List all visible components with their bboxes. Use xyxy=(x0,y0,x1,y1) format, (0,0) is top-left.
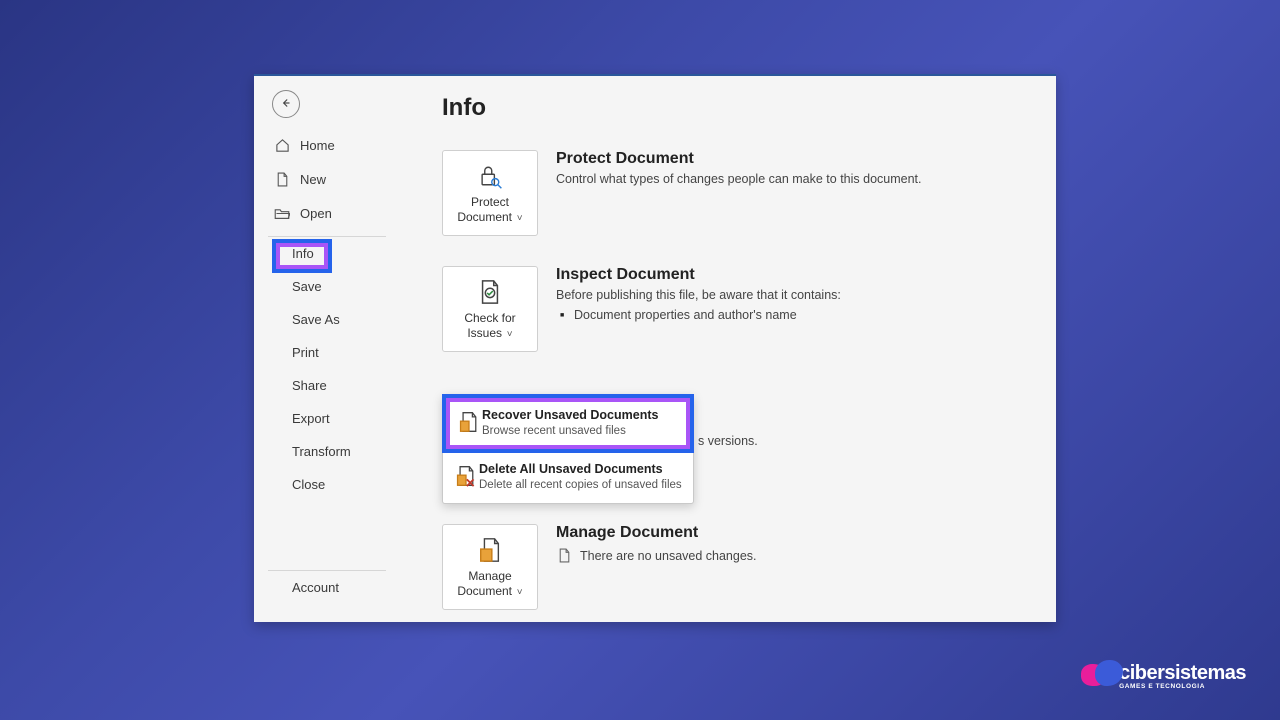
card-label: Protect Document xyxy=(457,195,512,224)
document-small-icon xyxy=(556,548,572,563)
section-title: Protect Document xyxy=(556,150,922,168)
sidebar-item-saveas[interactable]: Save As xyxy=(254,303,418,336)
arrow-left-icon xyxy=(279,96,293,113)
section-title: Inspect Document xyxy=(556,266,841,284)
app-window: Home New Open Info Save Save As Print xyxy=(254,74,1056,622)
sidebar-item-label: Export xyxy=(292,411,330,426)
menu-item-recover-unsaved[interactable]: Recover Unsaved Documents Browse recent … xyxy=(442,394,694,453)
sidebar-item-label: Print xyxy=(292,345,319,360)
manage-document-menu: Recover Unsaved Documents Browse recent … xyxy=(442,394,694,504)
menu-subtitle: Delete all recent copies of unsaved file… xyxy=(479,478,682,493)
section-text: Manage Document There are no unsaved cha… xyxy=(556,524,757,610)
document-icon xyxy=(274,171,290,187)
sidebar-item-label: Open xyxy=(300,206,332,221)
brand-tagline: GAMES E TECNOLOGIA xyxy=(1119,683,1246,690)
sidebar-item-label: Account xyxy=(292,580,339,595)
sidebar-item-label: Info xyxy=(292,246,314,261)
sidebar-item-export[interactable]: Export xyxy=(254,402,418,435)
sidebar-item-info[interactable]: Info xyxy=(254,237,418,270)
document-delete-icon xyxy=(453,462,479,493)
back-button[interactable] xyxy=(272,90,300,118)
sidebar-item-transform[interactable]: Transform xyxy=(254,435,418,468)
sidebar-item-label: Close xyxy=(292,477,325,492)
sidebar-item-close[interactable]: Close xyxy=(254,468,418,501)
menu-item-delete-unsaved[interactable]: Delete All Unsaved Documents Delete all … xyxy=(443,452,693,503)
sidebar-item-print[interactable]: Print xyxy=(254,336,418,369)
chevron-down-icon: ˅ xyxy=(514,213,523,224)
logo-blob-icon xyxy=(1079,660,1123,694)
sidebar-item-home[interactable]: Home xyxy=(254,128,418,162)
document-recover-icon xyxy=(456,408,482,439)
menu-title: Recover Unsaved Documents xyxy=(482,408,658,422)
inspect-bullet: Document properties and author's name xyxy=(556,308,841,322)
sidebar-item-save[interactable]: Save xyxy=(254,270,418,303)
sidebar-item-label: Share xyxy=(292,378,327,393)
sidebar-item-label: Save As xyxy=(292,312,340,327)
sidebar-item-share[interactable]: Share xyxy=(254,369,418,402)
section-manage: Manage Document ˅ Manage Document There … xyxy=(442,524,757,610)
menu-title: Delete All Unsaved Documents xyxy=(479,462,682,476)
section-protect: Protect Document ˅ Protect Document Cont… xyxy=(442,150,1028,236)
backstage-sidebar: Home New Open Info Save Save As Print xyxy=(254,76,418,622)
page-title: Info xyxy=(442,94,1028,122)
manage-status: There are no unsaved changes. xyxy=(580,549,757,563)
menu-subtitle: Browse recent unsaved files xyxy=(482,424,658,439)
sidebar-item-account[interactable]: Account xyxy=(254,571,418,604)
sidebar-item-label: Save xyxy=(292,279,322,294)
section-text: Inspect Document Before publishing this … xyxy=(556,266,841,352)
watermark-logo: cibersistemas GAMES E TECNOLOGIA xyxy=(1079,660,1246,694)
check-issues-button[interactable]: Check for Issues ˅ xyxy=(442,266,538,352)
section-desc: Before publishing this file, be aware th… xyxy=(556,288,841,302)
home-icon xyxy=(274,137,290,153)
sidebar-item-label: New xyxy=(300,172,326,187)
document-check-icon xyxy=(477,277,503,307)
sidebar-item-new[interactable]: New xyxy=(254,162,418,196)
brand-name: cibersistemas xyxy=(1119,664,1246,683)
section-title: Manage Document xyxy=(556,524,757,542)
document-folder-icon xyxy=(477,535,503,565)
section-inspect: Check for Issues ˅ Inspect Document Befo… xyxy=(442,266,1028,352)
sidebar-item-label: Home xyxy=(300,138,335,153)
chevron-down-icon: ˅ xyxy=(504,329,513,340)
section-text: Protect Document Control what types of c… xyxy=(556,150,922,236)
lock-search-icon xyxy=(476,161,504,191)
protect-document-button[interactable]: Protect Document ˅ xyxy=(442,150,538,236)
chevron-down-icon: ˅ xyxy=(514,587,523,598)
main-panel: Info Protect Document ˅ Protect Document… xyxy=(418,76,1056,622)
section-desc: Control what types of changes people can… xyxy=(556,172,922,186)
folder-open-icon xyxy=(274,205,290,221)
manage-document-button[interactable]: Manage Document ˅ xyxy=(442,524,538,610)
sidebar-item-label: Transform xyxy=(292,444,351,459)
sidebar-item-open[interactable]: Open xyxy=(254,196,418,230)
card-label: Manage Document xyxy=(457,569,512,598)
partial-text: s versions. xyxy=(698,434,758,448)
